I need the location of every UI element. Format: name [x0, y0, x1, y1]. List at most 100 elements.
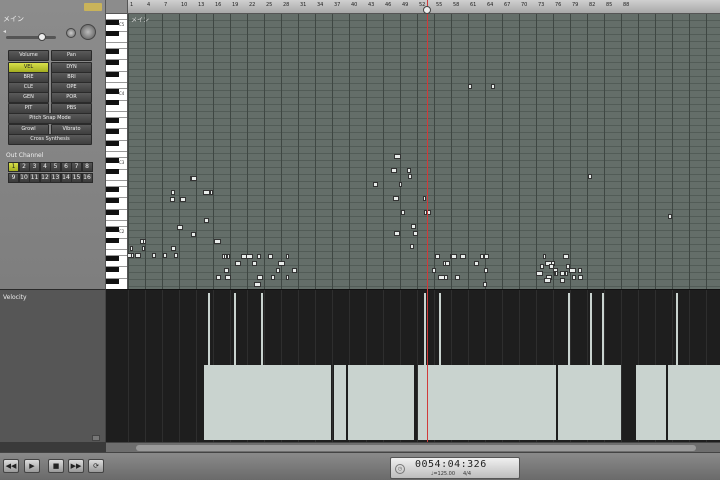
midi-note[interactable] — [407, 168, 412, 173]
out-channel-button[interactable]: 6 — [60, 162, 72, 172]
midi-note[interactable] — [171, 190, 176, 195]
midi-note[interactable] — [203, 190, 211, 195]
velocity-spike[interactable] — [590, 293, 592, 440]
black-key[interactable] — [106, 60, 119, 65]
time-signature-display[interactable]: 4/4 — [463, 471, 471, 477]
master-knob[interactable] — [80, 24, 96, 40]
rewind-button[interactable]: ◀◀ — [3, 459, 19, 473]
midi-note[interactable] — [484, 268, 489, 273]
midi-note[interactable] — [240, 254, 247, 259]
volume-slider-thumb[interactable] — [38, 33, 46, 41]
midi-note[interactable] — [176, 225, 183, 230]
midi-note[interactable] — [413, 231, 419, 236]
midi-note[interactable] — [190, 232, 196, 237]
velocity-spike[interactable] — [568, 293, 570, 440]
pitch-snap-mode-button[interactable]: Pitch Snap Mode — [8, 113, 92, 124]
midi-note[interactable] — [210, 190, 214, 195]
midi-note[interactable] — [554, 271, 558, 276]
midi-note[interactable] — [565, 264, 570, 269]
midi-note[interactable] — [543, 278, 551, 283]
out-channel-button[interactable]: 11 — [29, 173, 40, 183]
param-por-button[interactable]: POR — [51, 92, 92, 103]
midi-note[interactable] — [577, 275, 583, 280]
midi-note[interactable] — [435, 254, 441, 259]
midi-note[interactable] — [163, 253, 168, 258]
volume-slider-track[interactable] — [6, 36, 56, 39]
midi-note[interactable] — [563, 254, 570, 259]
playhead-handle[interactable] — [423, 6, 431, 14]
midi-note[interactable] — [483, 282, 488, 287]
midi-note[interactable] — [234, 261, 241, 266]
velocity-spike[interactable] — [439, 293, 441, 440]
out-channel-button[interactable]: 8 — [81, 162, 93, 172]
black-key[interactable] — [106, 71, 119, 77]
midi-note[interactable] — [292, 268, 297, 273]
midi-note[interactable] — [450, 254, 457, 259]
midi-note[interactable] — [128, 253, 132, 258]
midi-note[interactable] — [468, 84, 472, 89]
metronome-icon[interactable]: ◷ — [395, 464, 405, 474]
midi-note[interactable] — [391, 168, 398, 173]
out-channel-button[interactable]: 5 — [50, 162, 61, 172]
midi-note[interactable] — [588, 174, 592, 179]
out-channel-button[interactable]: 3 — [29, 162, 40, 172]
midi-note[interactable] — [394, 154, 402, 159]
black-key[interactable] — [106, 186, 119, 192]
midi-note[interactable] — [224, 268, 230, 273]
midi-note[interactable] — [191, 176, 198, 181]
velocity-block[interactable] — [204, 365, 331, 440]
loop-button[interactable]: ⟳ — [88, 459, 104, 473]
midi-note[interactable] — [222, 254, 226, 259]
scrollbar-thumb[interactable] — [136, 445, 696, 451]
midi-note[interactable] — [568, 268, 576, 273]
pan-tab[interactable]: Pan — [51, 50, 92, 61]
black-key[interactable] — [106, 238, 119, 244]
midi-note[interactable] — [668, 214, 672, 219]
midi-note[interactable] — [484, 254, 489, 259]
midi-note[interactable] — [129, 246, 133, 251]
cross-synthesis-button[interactable]: Cross Synthesis — [8, 134, 92, 145]
black-key[interactable] — [106, 278, 119, 284]
black-key[interactable] — [106, 88, 119, 94]
midi-note[interactable] — [578, 268, 583, 273]
piano-roll-grid[interactable]: メイン — [128, 14, 720, 289]
black-key[interactable] — [106, 169, 119, 175]
midi-note[interactable] — [410, 244, 414, 249]
midi-note[interactable] — [203, 218, 209, 223]
velocity-editor[interactable] — [106, 289, 720, 442]
black-key[interactable] — [106, 198, 119, 203]
midi-note[interactable] — [422, 196, 426, 201]
midi-note[interactable] — [539, 264, 544, 269]
out-channel-button[interactable]: 16 — [81, 173, 93, 183]
fast-forward-button[interactable]: ▶▶ — [68, 459, 84, 473]
midi-note[interactable] — [455, 275, 461, 280]
black-key[interactable] — [106, 117, 119, 123]
out-channel-button[interactable]: 10 — [18, 173, 30, 183]
midi-note[interactable] — [252, 261, 258, 266]
out-channel-button[interactable]: 13 — [50, 173, 61, 183]
midi-note[interactable] — [226, 254, 230, 259]
midi-note[interactable] — [560, 278, 566, 283]
midi-note[interactable] — [399, 182, 403, 187]
play-button[interactable]: ▶ — [24, 459, 40, 473]
midi-note[interactable] — [535, 271, 543, 276]
midi-note[interactable] — [275, 268, 280, 273]
midi-note[interactable] — [443, 261, 447, 266]
midi-note[interactable] — [548, 264, 554, 269]
velocity-spike[interactable] — [208, 293, 210, 440]
velocity-spike[interactable] — [424, 293, 426, 440]
black-key[interactable] — [106, 267, 119, 272]
volume-tab[interactable]: Volume — [8, 50, 49, 61]
black-key[interactable] — [106, 157, 119, 163]
out-channel-button[interactable]: 9 — [8, 173, 19, 183]
midi-note[interactable] — [257, 275, 264, 280]
midi-note[interactable] — [285, 254, 289, 259]
midi-note[interactable] — [135, 253, 142, 258]
velocity-spike[interactable] — [676, 293, 678, 440]
midi-note[interactable] — [372, 182, 378, 187]
out-channel-button[interactable]: 2 — [18, 162, 30, 172]
param-gen-button[interactable]: GEN — [8, 92, 49, 103]
out-channel-button[interactable]: 14 — [60, 173, 72, 183]
midi-note[interactable] — [437, 275, 445, 280]
midi-note[interactable] — [543, 254, 547, 259]
